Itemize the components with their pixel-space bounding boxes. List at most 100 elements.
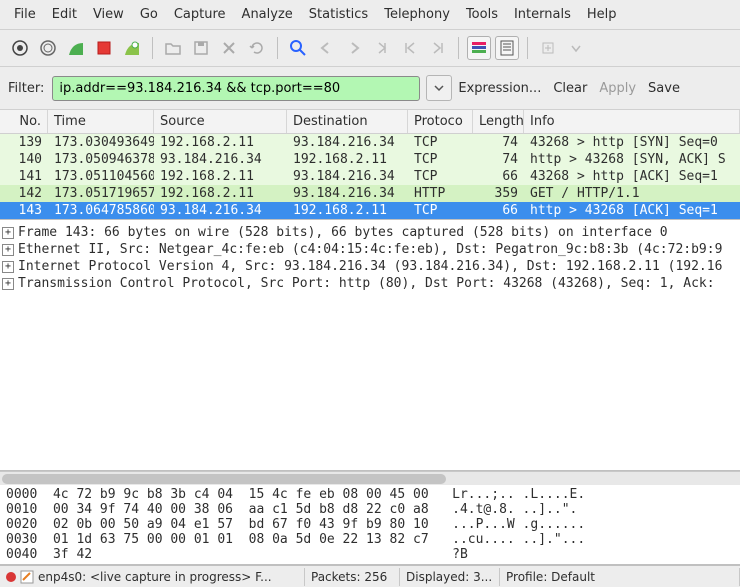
tree-item-text: Transmission Control Protocol, Src Port:…: [18, 276, 715, 291]
cell-dst: 93.184.216.34: [287, 134, 408, 151]
cell-src: 192.168.2.11: [154, 185, 287, 202]
tree-item-text: Frame 143: 66 bytes on wire (528 bits), …: [18, 225, 668, 240]
packet-row[interactable]: 143173.06478586093.184.216.34192.168.2.1…: [0, 202, 740, 219]
go-last-icon[interactable]: [426, 36, 450, 60]
packet-list-header: No. Time Source Destination Protoco Leng…: [0, 110, 740, 134]
start-capture-icon[interactable]: [64, 36, 88, 60]
go-to-packet-icon[interactable]: [370, 36, 394, 60]
packet-row[interactable]: 140173.05094637893.184.216.34192.168.2.1…: [0, 151, 740, 168]
menu-tools[interactable]: Tools: [458, 3, 506, 26]
tree-item[interactable]: + Transmission Control Protocol, Src Port…: [2, 275, 738, 292]
expand-icon[interactable]: +: [2, 244, 14, 256]
cell-info: 43268 > http [ACK] Seq=1: [524, 168, 740, 185]
statusbar: enp4s0: <live capture in progress> F... …: [0, 565, 740, 587]
col-header-protocol[interactable]: Protoco: [408, 110, 473, 133]
zoom-dropdown-icon[interactable]: [564, 36, 588, 60]
menu-statistics[interactable]: Statistics: [301, 3, 376, 26]
tree-item[interactable]: + Internet Protocol Version 4, Src: 93.18…: [2, 258, 738, 275]
cell-time: 173.030493649: [48, 134, 154, 151]
cell-dst: 93.184.216.34: [287, 168, 408, 185]
menu-go[interactable]: Go: [132, 3, 166, 26]
cell-no: 140: [0, 151, 48, 168]
filter-dropdown[interactable]: [426, 75, 452, 101]
status-interface: enp4s0: <live capture in progress> F...: [0, 568, 305, 586]
go-forward-icon[interactable]: [342, 36, 366, 60]
go-back-icon[interactable]: [314, 36, 338, 60]
menu-file[interactable]: File: [6, 3, 44, 26]
expand-icon[interactable]: +: [2, 278, 14, 290]
cell-time: 173.051719657: [48, 185, 154, 202]
interfaces-icon[interactable]: [8, 36, 32, 60]
expand-icon[interactable]: +: [2, 227, 14, 239]
cell-dst: 192.168.2.11: [287, 202, 408, 219]
col-header-time[interactable]: Time: [48, 110, 154, 133]
filter-label: Filter:: [8, 81, 46, 96]
go-first-icon[interactable]: [398, 36, 422, 60]
hex-pane[interactable]: 0000 4c 72 b9 9c b8 3b c4 04 15 4c fe eb…: [0, 485, 740, 565]
options-icon[interactable]: [36, 36, 60, 60]
find-icon[interactable]: [286, 36, 310, 60]
cell-src: 192.168.2.11: [154, 134, 287, 151]
col-header-no[interactable]: No.: [0, 110, 48, 133]
packet-row[interactable]: 139173.030493649192.168.2.1193.184.216.3…: [0, 134, 740, 151]
col-header-length[interactable]: Length: [473, 110, 524, 133]
filter-apply-link: Apply: [599, 81, 636, 96]
status-profile[interactable]: Profile: Default: [500, 568, 740, 586]
capture-compose-icon: [20, 570, 34, 584]
cell-time: 173.051104560: [48, 168, 154, 185]
tree-item[interactable]: + Frame 143: 66 bytes on wire (528 bits),…: [2, 224, 738, 241]
cell-no: 143: [0, 202, 48, 219]
stop-capture-icon[interactable]: [92, 36, 116, 60]
cell-len: 74: [473, 134, 524, 151]
colorize-icon[interactable]: [467, 36, 491, 60]
col-header-info[interactable]: Info: [524, 110, 740, 133]
packet-list: No. Time Source Destination Protoco Leng…: [0, 110, 740, 220]
expand-icon[interactable]: +: [2, 261, 14, 273]
filter-bar: Filter: Expression... Clear Apply Save: [0, 67, 740, 110]
open-icon[interactable]: [161, 36, 185, 60]
save-icon[interactable]: [189, 36, 213, 60]
cell-proto: TCP: [408, 202, 473, 219]
menu-help[interactable]: Help: [579, 3, 625, 26]
menubar: File Edit View Go Capture Analyze Statis…: [0, 0, 740, 30]
packet-details-pane: + Frame 143: 66 bytes on wire (528 bits),…: [0, 220, 740, 471]
filter-expression-link[interactable]: Expression...: [458, 81, 541, 96]
cell-info: http > 43268 [SYN, ACK] S: [524, 151, 740, 168]
cell-info: http > 43268 [ACK] Seq=1: [524, 202, 740, 219]
auto-scroll-icon[interactable]: [495, 36, 519, 60]
close-icon[interactable]: [217, 36, 241, 60]
col-header-source[interactable]: Source: [154, 110, 287, 133]
toolbar: [0, 30, 740, 67]
col-header-destination[interactable]: Destination: [287, 110, 408, 133]
cell-src: 192.168.2.11: [154, 168, 287, 185]
restart-capture-icon[interactable]: [120, 36, 144, 60]
filter-clear-link[interactable]: Clear: [553, 81, 587, 96]
cell-info: 43268 > http [SYN] Seq=0: [524, 134, 740, 151]
reload-icon[interactable]: [245, 36, 269, 60]
packet-row[interactable]: 142173.051719657192.168.2.1193.184.216.3…: [0, 185, 740, 202]
cell-dst: 93.184.216.34: [287, 185, 408, 202]
cell-no: 139: [0, 134, 48, 151]
cell-proto: TCP: [408, 151, 473, 168]
cell-len: 74: [473, 151, 524, 168]
cell-time: 173.064785860: [48, 202, 154, 219]
cell-info: GET / HTTP/1.1: [524, 185, 740, 202]
cell-src: 93.184.216.34: [154, 202, 287, 219]
menu-view[interactable]: View: [85, 3, 132, 26]
cell-dst: 192.168.2.11: [287, 151, 408, 168]
menu-telephony[interactable]: Telephony: [376, 3, 458, 26]
menu-analyze[interactable]: Analyze: [234, 3, 301, 26]
details-scrollbar[interactable]: [0, 471, 740, 485]
menu-capture[interactable]: Capture: [166, 3, 234, 26]
status-interface-text: enp4s0: <live capture in progress> F...: [38, 570, 272, 584]
filter-input[interactable]: [52, 76, 420, 101]
menu-internals[interactable]: Internals: [506, 3, 579, 26]
menu-edit[interactable]: Edit: [44, 3, 85, 26]
tree-item[interactable]: +Ethernet II, Src: Netgear_4c:fe:eb (c4:…: [2, 241, 738, 258]
zoom-in-icon[interactable]: [536, 36, 560, 60]
cell-len: 66: [473, 202, 524, 219]
filter-save-link[interactable]: Save: [648, 81, 680, 96]
packet-row[interactable]: 141173.051104560192.168.2.1193.184.216.3…: [0, 168, 740, 185]
cell-len: 359: [473, 185, 524, 202]
tree-item-text: Internet Protocol Version 4, Src: 93.184…: [18, 259, 722, 274]
